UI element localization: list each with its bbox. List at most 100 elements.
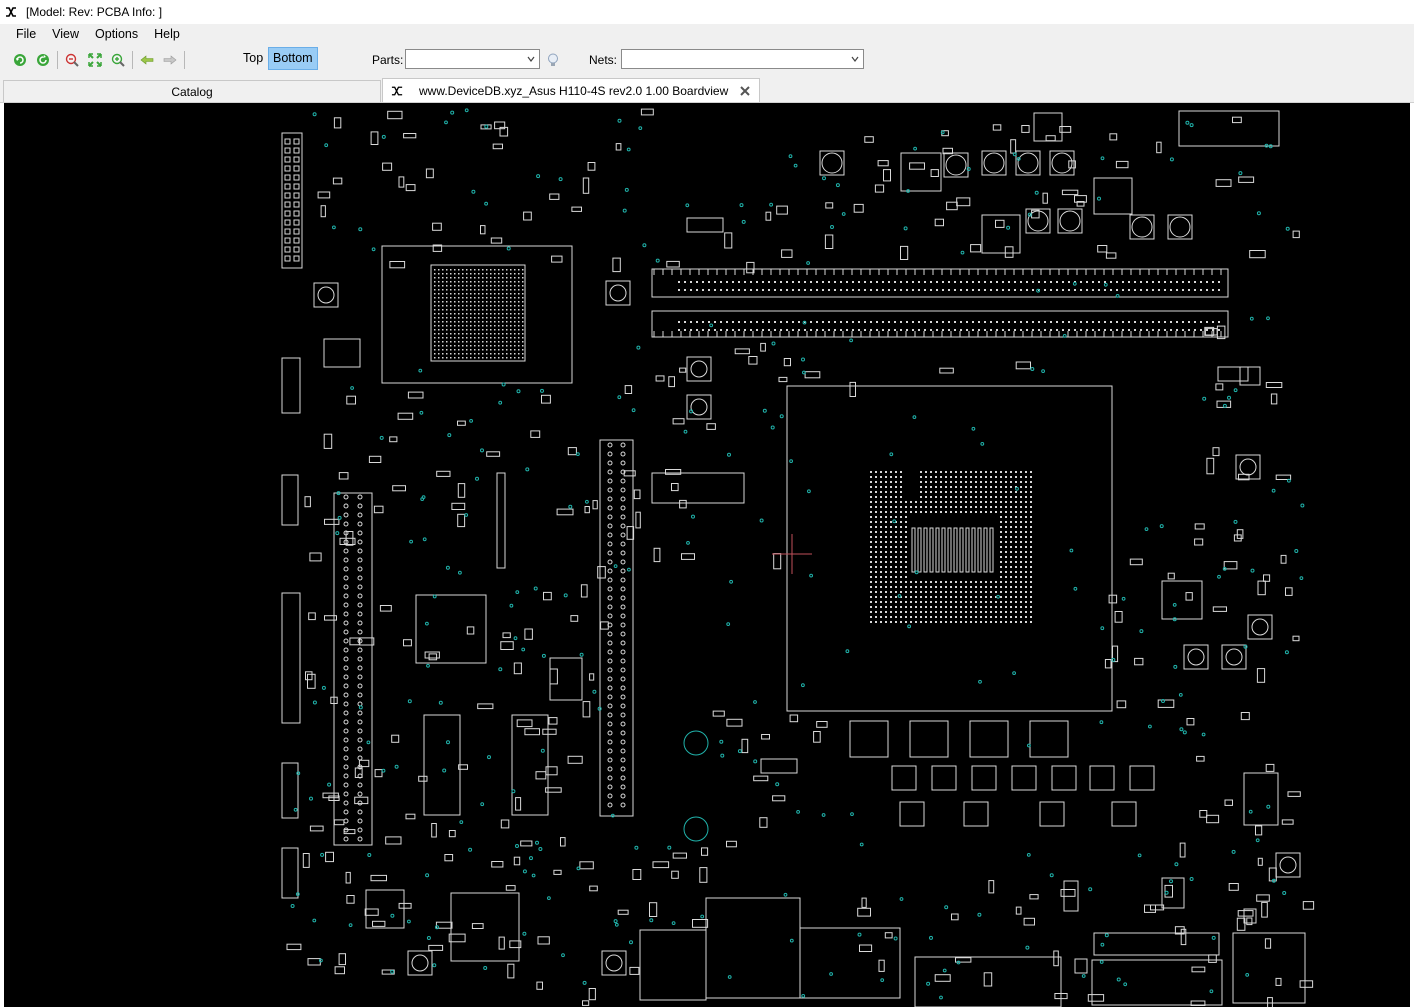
via [475,476,479,481]
back-arrow-icon[interactable] [138,52,156,68]
dimm-pin [768,289,770,291]
fit-icon[interactable] [86,52,104,68]
cpu-pad [900,471,902,473]
slot-pin [607,712,613,718]
refresh-icon[interactable] [11,52,29,68]
dimm-pin [852,321,854,323]
cpu-pad [1025,611,1027,613]
top-side-button[interactable]: Top [239,48,267,69]
via [480,802,485,807]
dimm-pin [918,289,920,291]
parts-combobox[interactable] [405,49,540,69]
cpu-pad [1015,556,1017,558]
via [464,108,469,113]
pch-pad [494,293,496,295]
menu-file[interactable]: File [8,24,44,45]
cpu-pad [970,481,972,483]
mosfet [899,801,925,827]
cpu-pad [1010,576,1012,578]
pch-pad [470,353,472,355]
lightbulb-icon[interactable] [544,52,562,68]
cpu-pad [1015,471,1017,473]
cpu-pad [990,471,992,473]
cpu-pad [1025,546,1027,548]
smd-component [498,936,505,950]
cpu-pad [895,556,897,558]
smd-component [587,162,596,171]
zoom-in-icon[interactable] [109,52,127,68]
dimm-pin [816,321,818,323]
cpu-pad [1000,616,1002,618]
pch-pad [454,297,456,299]
smd-component [633,489,641,500]
cpu-pad [895,601,897,603]
toolbar: Top Bottom Parts: Nets: [0,45,1414,75]
rotate-icon[interactable] [34,52,52,68]
cpu-pad [965,596,967,598]
via [420,497,425,502]
dimm-pin [744,321,746,323]
smd-component [1191,966,1206,973]
slot-pin [343,683,349,689]
dimm-pin [1212,321,1214,323]
smd-component [1179,842,1186,858]
connector-outline [914,956,1062,1007]
forward-arrow-icon[interactable] [161,52,179,68]
pch-pad [458,269,460,271]
pch-pad [506,277,508,279]
via [1100,626,1105,631]
cpu-pad [875,521,877,523]
cpu-pad [1005,531,1007,533]
dimm-pin [936,329,938,331]
cpu-pad [1015,611,1017,613]
cpu-pad [880,486,882,488]
via [926,981,931,986]
cpu-pad [990,476,992,478]
smd-component [759,817,768,828]
cap-circle [1059,210,1081,232]
tab-catalog[interactable]: Catalog [3,80,381,102]
pch-pad [462,345,464,347]
pch-pad [486,289,488,291]
via [737,749,742,754]
cpu-pad [890,566,892,568]
pch-pad [502,273,504,275]
pch-pad [478,325,480,327]
cpu-pad [1015,521,1017,523]
cpu-pad [1015,516,1017,518]
via [789,459,793,464]
zoom-out-icon[interactable] [63,52,81,68]
close-icon[interactable] [739,85,751,97]
dimm-pin [798,281,800,283]
menu-view[interactable]: View [44,24,87,45]
board-canvas[interactable] [4,103,1410,1007]
menu-help[interactable]: Help [146,24,188,45]
dimm-pin [978,329,980,331]
pch-pad [454,281,456,283]
pch-pad [434,349,436,351]
tab-boardview[interactable]: www.DeviceDB.xyz_Asus H110-4S rev2.0 1.0… [382,78,760,102]
via [966,167,971,171]
cpu-pad [900,516,902,518]
pch-pad [474,269,476,271]
smd-component [338,472,349,480]
pch-pad [498,353,500,355]
slot-pin [343,593,349,599]
cpu-pad [895,486,897,488]
mosfet [971,765,997,791]
dimm-pin [1218,321,1220,323]
menu-options[interactable]: Options [87,24,146,45]
cpu-pad [950,621,952,623]
dimm-pin [816,289,818,291]
via [459,820,464,824]
board-drawing[interactable] [4,103,1410,1007]
smd-component [515,797,522,811]
smd-component [589,885,598,892]
cpu-pad [870,506,872,508]
smd-component [772,795,786,802]
cpu-pad [935,621,937,623]
dimm-pin [684,289,686,291]
bottom-side-button[interactable]: Bottom [268,47,318,70]
nets-combobox[interactable] [621,49,864,69]
pch-pad [470,305,472,307]
